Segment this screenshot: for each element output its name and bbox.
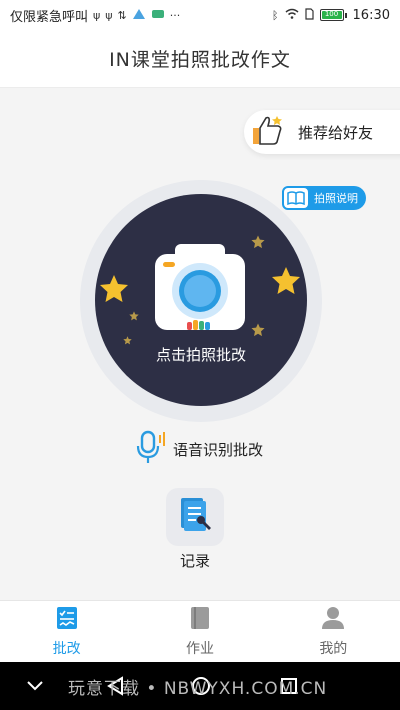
sim-icon: [304, 7, 314, 23]
tab-homework[interactable]: 作业: [133, 601, 266, 662]
document-pin-icon: [175, 495, 215, 539]
voice-recognition-label: 语音识别批改: [173, 440, 264, 459]
tab-correct[interactable]: 批改: [0, 601, 133, 662]
page-title: IN课堂拍照批改作文: [109, 49, 291, 71]
usb-icon: ψ: [105, 8, 113, 22]
app-notification-icon: [151, 8, 165, 23]
star-icon: [99, 274, 129, 308]
system-nav-bar: 玩意下载 • NBWYXH.COM.CN: [0, 662, 400, 710]
photo-instructions-button[interactable]: 拍照说明: [282, 186, 366, 210]
small-star-icon: [251, 322, 265, 341]
photo-instructions-label: 拍照说明: [314, 192, 358, 205]
recommend-to-friend-button[interactable]: 推荐给好友: [244, 110, 400, 154]
carrier-text: 仅限紧急呼叫: [10, 9, 89, 25]
records-label: 记录: [179, 552, 210, 570]
tab-profile-label: 我的: [319, 640, 348, 657]
small-star-icon: [129, 306, 139, 325]
star-icon: [271, 266, 301, 300]
profile-icon: [321, 606, 345, 634]
clock: 16:30: [352, 7, 390, 23]
data-arrows-icon: ⇅: [117, 8, 127, 22]
bluetooth-icon: ᛒ: [271, 8, 279, 22]
book-icon: [282, 186, 310, 210]
app-notification-icon: [132, 8, 146, 23]
correct-icon: [56, 606, 78, 634]
bottom-tab-bar: 批改 作业 我的: [0, 600, 400, 662]
battery-level: 100: [321, 11, 342, 19]
wifi-icon: [285, 8, 299, 22]
take-photo-label: 点击拍照批改: [155, 346, 246, 364]
watermark-text: 玩意下载 • NBWYXH.COM.CN: [68, 679, 328, 699]
tab-profile[interactable]: 我的: [267, 601, 400, 662]
more-dots-icon: ···: [169, 8, 181, 22]
microphone-icon: [133, 429, 169, 469]
status-left: 仅限紧急呼叫 ψ ψ ⇅ ···: [10, 6, 180, 25]
homework-icon: [189, 606, 211, 634]
usb-icon: ψ: [93, 8, 101, 22]
recommend-label: 推荐给好友: [298, 123, 374, 142]
status-right: ᛒ 100 16:30: [272, 8, 390, 23]
records-button[interactable]: [166, 488, 224, 546]
thumbs-up-icon: [250, 114, 286, 150]
main-content: 推荐给好友 拍照说明 点击拍照批改 语音识别批改 记录: [0, 88, 400, 600]
tab-homework-label: 作业: [185, 640, 214, 657]
small-star-icon: [251, 234, 265, 253]
tab-correct-label: 批改: [52, 640, 81, 657]
voice-recognition-button[interactable]: 语音识别批改: [133, 429, 273, 469]
app-header: IN课堂拍照批改作文: [0, 30, 400, 88]
collapse-chevron-icon[interactable]: [20, 662, 50, 710]
camera-icon: [153, 242, 247, 332]
status-bar: 仅限紧急呼叫 ψ ψ ⇅ ··· ᛒ 100 16:30: [0, 0, 400, 30]
take-photo-button[interactable]: 点击拍照批改: [95, 194, 307, 406]
battery-icon: 100: [319, 9, 347, 21]
